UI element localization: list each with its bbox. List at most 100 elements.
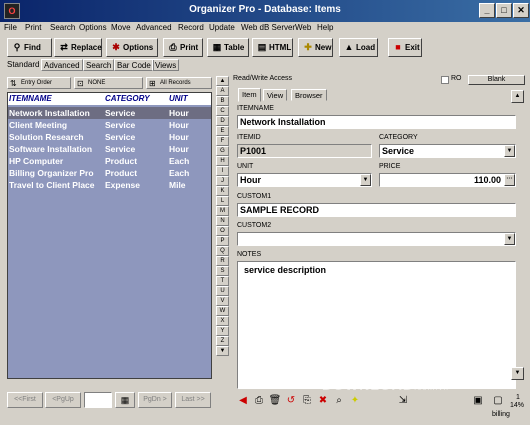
menu-web[interactable]: Web	[295, 23, 311, 32]
alpha-t[interactable]: T	[216, 276, 229, 286]
trash-icon[interactable]: 🗑	[268, 394, 282, 408]
find-button[interactable]: ⚲ Find	[7, 38, 52, 57]
records-grid[interactable]: ITEMNAME CATEGORY UNIT Network Installat…	[7, 92, 212, 379]
search-record-icon[interactable]: ⌕	[332, 394, 346, 408]
new-button[interactable]: ✚ New	[298, 38, 333, 57]
alpha-r[interactable]: R	[216, 256, 229, 266]
copy-icon[interactable]: ⎘	[300, 394, 314, 408]
alpha-g[interactable]: G	[216, 146, 229, 156]
table-row[interactable]: Network Installation Service Hour	[8, 107, 211, 119]
alpha-h[interactable]: H	[216, 156, 229, 166]
price-field[interactable]: 110.00 ···	[379, 173, 516, 187]
alpha-i[interactable]: I	[216, 166, 229, 176]
page-up-button[interactable]: <PgUp	[45, 392, 81, 408]
blank-button[interactable]: Blank	[468, 75, 525, 85]
table-row[interactable]: Travel to Client Place Expense Mile	[8, 179, 211, 191]
menu-web-db-server[interactable]: Web dB Server	[241, 23, 295, 32]
tab-item[interactable]: Item	[238, 88, 261, 102]
filter-none-button[interactable]: ⊡ NONE	[74, 77, 143, 89]
menu-record[interactable]: Record	[178, 23, 204, 32]
alpha-w[interactable]: W	[216, 306, 229, 316]
alpha-d[interactable]: D	[216, 116, 229, 126]
sort-entry-order-button[interactable]: ⇅ Entry Order	[7, 77, 71, 89]
export-icon[interactable]: ⇲	[396, 394, 410, 408]
folder-icon[interactable]: ▣	[471, 394, 485, 408]
tab-bar-code[interactable]: Bar Code	[114, 59, 154, 71]
printer-icon[interactable]: ⎙	[252, 394, 266, 408]
chevron-down-icon[interactable]: ▼	[360, 174, 371, 186]
tab-advanced[interactable]: Advanced	[41, 59, 83, 71]
custom2-select[interactable]: ▼	[237, 232, 516, 246]
alpha-s[interactable]: S	[216, 266, 229, 276]
alpha-l[interactable]: L	[216, 196, 229, 206]
table-row[interactable]: Client Meeting Service Hour	[8, 119, 211, 131]
menu-move[interactable]: Move	[111, 23, 131, 32]
itemid-field[interactable]: P1001	[237, 144, 372, 158]
table-row[interactable]: Solution Research Service Hour	[8, 131, 211, 143]
menu-file[interactable]: File	[4, 23, 17, 32]
replace-button[interactable]: ⇄ Replace	[54, 38, 102, 57]
table-row[interactable]: Software Installation Service Hour	[8, 143, 211, 155]
tab-views[interactable]: Views	[152, 59, 180, 71]
alpha-y[interactable]: Y	[216, 326, 229, 336]
record-number-input[interactable]	[84, 392, 112, 408]
alpha-z[interactable]: Z	[216, 336, 229, 346]
menu-help[interactable]: Help	[317, 23, 333, 32]
scroll-up-icon[interactable]: ▲	[216, 76, 229, 86]
menu-update[interactable]: Update	[209, 23, 235, 32]
options-button[interactable]: ✱ Options	[106, 38, 158, 57]
back-arrow-icon[interactable]: ◀	[236, 394, 250, 408]
tab-search[interactable]: Search	[83, 59, 115, 71]
tab-standard[interactable]: Standard	[5, 59, 41, 71]
menu-advanced[interactable]: Advanced	[136, 23, 172, 32]
open-folder-icon[interactable]: ▢	[491, 394, 505, 408]
alpha-v[interactable]: V	[216, 296, 229, 306]
alpha-a[interactable]: A	[216, 86, 229, 96]
column-header-unit[interactable]: UNIT	[169, 94, 188, 103]
exit-button[interactable]: ■ Exit	[388, 38, 422, 57]
scroll-down-icon[interactable]: ▼	[511, 367, 524, 380]
alpha-j[interactable]: J	[216, 176, 229, 186]
alpha-k[interactable]: K	[216, 186, 229, 196]
table-row[interactable]: HP Computer Product Each	[8, 155, 211, 167]
column-header-category[interactable]: CATEGORY	[105, 94, 150, 103]
alpha-e[interactable]: E	[216, 126, 229, 136]
alpha-x[interactable]: X	[216, 316, 229, 326]
tab-view[interactable]: View	[263, 89, 288, 101]
itemname-field[interactable]: Network Installation	[237, 115, 516, 129]
table-button[interactable]: ▦ Table	[207, 38, 249, 57]
unit-select[interactable]: Hour ▼	[237, 173, 372, 187]
all-records-button[interactable]: ⊞ All Records	[146, 77, 212, 89]
form-scrollbar[interactable]: ▲ ▼	[511, 90, 524, 390]
scroll-down-icon[interactable]: ▼	[216, 346, 229, 356]
lightbulb-icon[interactable]: ✦	[348, 394, 362, 408]
notes-textarea[interactable]: service description	[237, 261, 516, 389]
alpha-n[interactable]: N	[216, 216, 229, 226]
last-button[interactable]: Last >>	[175, 392, 211, 408]
first-button[interactable]: <<First	[7, 392, 43, 408]
scroll-up-icon[interactable]: ▲	[511, 90, 524, 103]
alpha-o[interactable]: O	[216, 226, 229, 236]
table-row[interactable]: Billing Organizer Pro Product Each	[8, 167, 211, 179]
custom1-field[interactable]: SAMPLE RECORD	[237, 203, 516, 217]
maximize-button[interactable]: □	[496, 3, 512, 18]
html-button[interactable]: ▤ HTML	[252, 38, 293, 57]
alpha-q[interactable]: Q	[216, 246, 229, 256]
undo-icon[interactable]: ↺	[284, 394, 298, 408]
close-button[interactable]: ✕	[513, 3, 529, 18]
delete-record-icon[interactable]: ✖	[316, 394, 330, 408]
load-button[interactable]: ▲ Load	[339, 38, 378, 57]
minimize-button[interactable]: _	[479, 3, 495, 18]
alpha-m[interactable]: M	[216, 206, 229, 216]
menu-print[interactable]: Print	[25, 23, 41, 32]
menu-search[interactable]: Search	[50, 23, 75, 32]
column-header-itemname[interactable]: ITEMNAME	[9, 94, 52, 103]
read-only-checkbox[interactable]	[441, 76, 449, 84]
alpha-c[interactable]: C	[216, 106, 229, 116]
print-button[interactable]: ⎙ Print	[163, 38, 203, 57]
category-select[interactable]: Service ▼	[379, 144, 516, 158]
page-down-button[interactable]: PgDn >	[138, 392, 172, 408]
alpha-f[interactable]: F	[216, 136, 229, 146]
alpha-p[interactable]: P	[216, 236, 229, 246]
alpha-b[interactable]: B	[216, 96, 229, 106]
